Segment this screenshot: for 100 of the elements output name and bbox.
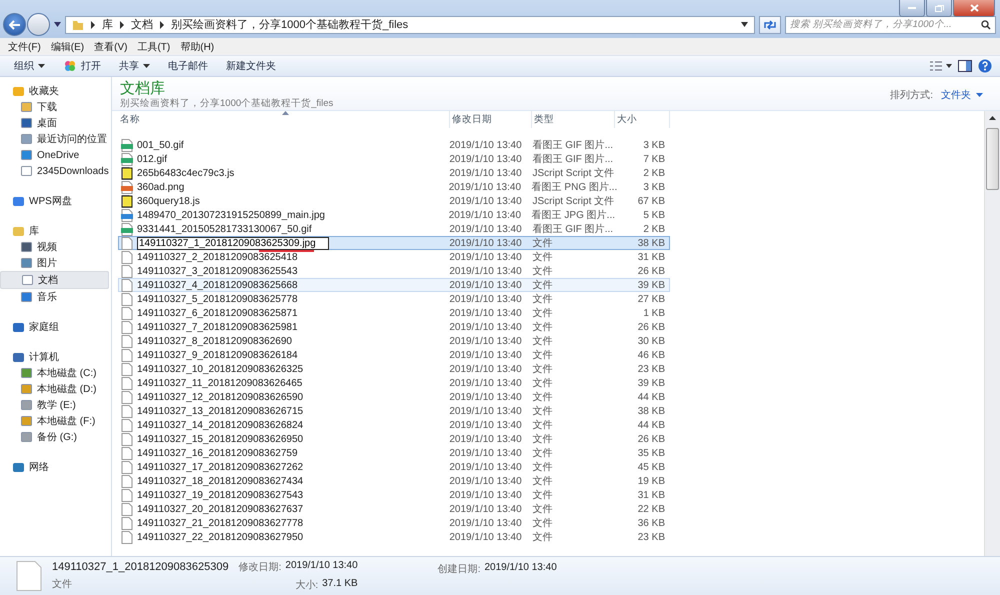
file-row[interactable]: 149110327_13_20181209083626715 2019/1/10 13:40 文件 38 KB bbox=[118, 404, 670, 418]
file-row[interactable]: 149110327_21_20181209083627778 2019/1/10 13:40 文件 36 KB bbox=[118, 516, 670, 530]
minimize-button[interactable] bbox=[899, 0, 925, 17]
sidebar-item[interactable]: 本地磁盘 (C:) bbox=[0, 365, 109, 381]
sidebar-item[interactable]: WPS网盘 bbox=[0, 193, 111, 209]
toolbar-button[interactable]: 新建文件夹 bbox=[220, 58, 282, 74]
sidebar-item[interactable]: 收藏夹 bbox=[0, 83, 111, 99]
file-row[interactable]: 149110327_8_2018120908362690 2019/1/10 13:40 文件 30 KB bbox=[118, 334, 670, 348]
sidebar-item[interactable]: 库 bbox=[0, 223, 111, 239]
file-row[interactable]: 149110327_2_20181209083625418 2019/1/10 13:40 文件 31 KB bbox=[118, 250, 670, 264]
menu-item[interactable]: 工具(T) bbox=[132, 40, 176, 54]
file-row[interactable]: 149110327_4_20181209083625668 2019/1/10 13:40 文件 39 KB bbox=[118, 278, 670, 292]
file-row[interactable]: 149110327_22_20181209083627950 2019/1/10 13:40 文件 23 KB bbox=[118, 530, 670, 544]
scroll-up-icon[interactable] bbox=[989, 116, 996, 120]
toolbar-button[interactable]: 组织 bbox=[8, 58, 51, 74]
menu-item[interactable]: 查看(V) bbox=[89, 40, 132, 54]
scroll-thumb[interactable] bbox=[986, 128, 999, 190]
file-row[interactable]: 149110327_12_20181209083626590 2019/1/10 13:40 文件 44 KB bbox=[118, 390, 670, 404]
file-row[interactable]: 149110327_17_20181209083627262 2019/1/10 13:40 文件 45 KB bbox=[118, 460, 670, 474]
size-cell-text: 30 KB bbox=[636, 336, 666, 346]
file-row[interactable]: 149110327_11_20181209083626465 2019/1/10 13:40 文件 39 KB bbox=[118, 376, 670, 390]
file-name: 149110327_8_2018120908362690 bbox=[137, 336, 292, 346]
scrollbar[interactable] bbox=[984, 111, 1000, 556]
sidebar-item[interactable]: 本地磁盘 (D:) bbox=[0, 381, 109, 397]
type-cell-text: 文件 bbox=[531, 446, 554, 460]
close-icon bbox=[970, 4, 978, 12]
sidebar-item[interactable]: 文档 bbox=[0, 271, 109, 289]
rename-field[interactable]: 149110327_1_20181209083625309.jpg bbox=[137, 236, 329, 250]
sidebar-item[interactable]: 最近访问的位置 bbox=[0, 131, 109, 147]
file-row[interactable]: 149110327_9_20181209083626184 2019/1/10 13:40 文件 46 KB bbox=[118, 348, 670, 362]
type-cell-text: 文件 bbox=[531, 306, 554, 320]
file-row[interactable]: 265b6483c4ec79c3.js 2019/1/10 13:40 JScript Script 文件 2 KB bbox=[118, 166, 670, 180]
caret-icon bbox=[976, 92, 983, 96]
sidebar-item[interactable]: OneDrive bbox=[0, 147, 109, 163]
file-row[interactable]: 149110327_20_20181209083627637 2019/1/10 13:40 文件 22 KB bbox=[118, 502, 670, 516]
search-field[interactable]: 搜索 别买绘画资料了，分享1000个... bbox=[785, 16, 996, 34]
file-row[interactable]: 360query18.js 2019/1/10 13:40 JScript Script 文件 67 KB bbox=[118, 194, 670, 208]
sidebar-item[interactable]: 音乐 bbox=[0, 289, 109, 305]
address-bar[interactable]: 库 文档 别买绘画资料了，分享1000个基础教程干货_files bbox=[65, 16, 755, 34]
menu-item[interactable]: 帮助(H) bbox=[175, 40, 220, 54]
toolbar-button[interactable]: 打开 bbox=[57, 58, 107, 74]
file-row[interactable]: 360ad.png 2019/1/10 13:40 看图王 PNG 图片... 3 KB bbox=[118, 180, 670, 194]
breadcrumb[interactable]: 文档 bbox=[131, 17, 153, 32]
column-header[interactable]: 大小 bbox=[615, 111, 670, 128]
menu-item[interactable]: 编辑(E) bbox=[46, 40, 90, 54]
file-row[interactable]: 149110327_15_20181209083626950 2019/1/10 13:40 文件 26 KB bbox=[118, 432, 670, 446]
file-name: 149110327_17_20181209083627262 bbox=[137, 462, 304, 472]
file-row[interactable]: 149110327_7_20181209083625981 2019/1/10 13:40 文件 26 KB bbox=[118, 320, 670, 334]
sidebar-item[interactable]: 备份 (G:) bbox=[0, 429, 109, 445]
file-row[interactable]: 149110327_16_2018120908362759 2019/1/10 13:40 文件 35 KB bbox=[118, 446, 670, 460]
close-button[interactable] bbox=[953, 0, 995, 17]
sidebar-item[interactable]: 教学 (E:) bbox=[0, 397, 109, 413]
file-row[interactable]: 012.gif 2019/1/10 13:40 看图王 GIF 图片... 7 KB bbox=[118, 152, 670, 166]
file-row[interactable]: 9331441_201505281733130067_50.gif 2019/1/10 13:40 看图王 GIF 图片... 2 KB bbox=[118, 222, 670, 236]
sidebar-item[interactable]: 本地磁盘 (F:) bbox=[0, 413, 109, 429]
type-cell-text: 文件 bbox=[531, 362, 554, 376]
back-button[interactable] bbox=[3, 13, 26, 36]
file-row[interactable]: 001_50.gif 2019/1/10 13:40 看图王 GIF 图片... 3 KB bbox=[118, 138, 670, 152]
sidebar-item[interactable]: 下载 bbox=[0, 99, 109, 115]
file-row[interactable]: 149110327_18_20181209083627434 2019/1/10 13:40 文件 19 KB bbox=[118, 474, 670, 488]
file-row[interactable]: 149110327_10_20181209083626325 2019/1/10 13:40 文件 23 KB bbox=[118, 362, 670, 376]
type-cell-text: 文件 bbox=[531, 432, 554, 446]
breadcrumb[interactable]: 库 bbox=[102, 17, 113, 32]
file-row[interactable]: 1489470_201307231915250899_main.jpg 2019/1/10 13:40 看图王 JPG 图片... 5 KB bbox=[118, 208, 670, 222]
view-options-icon[interactable] bbox=[930, 61, 952, 71]
size-cell-text: 1 KB bbox=[642, 308, 666, 318]
file-row[interactable]: 149110327_5_20181209083625778 2019/1/10 13:40 文件 27 KB bbox=[118, 292, 670, 306]
file-row[interactable]: 149110327_3_20181209083625543 2019/1/10 13:40 文件 26 KB bbox=[118, 264, 670, 278]
sidebar-item[interactable]: 视频 bbox=[0, 239, 109, 255]
file-row[interactable]: 149110327_6_20181209083625871 2019/1/10 13:40 文件 1 KB bbox=[118, 306, 670, 320]
preview-pane-icon[interactable] bbox=[958, 60, 972, 72]
restore-button[interactable] bbox=[926, 0, 952, 17]
type-cell-text: JScript Script 文件 bbox=[531, 166, 615, 180]
size-cell-text: 3 KB bbox=[642, 182, 666, 192]
sidebar-item[interactable]: 计算机 bbox=[0, 349, 111, 365]
arrange-dropdown[interactable]: 文件夹 bbox=[941, 88, 983, 102]
forward-button[interactable] bbox=[27, 13, 50, 36]
column-header[interactable]: 修改日期 bbox=[450, 111, 532, 128]
size-cell-text: 44 KB bbox=[636, 420, 666, 430]
column-header[interactable]: 类型 bbox=[532, 111, 615, 128]
toolbar-button[interactable]: 共享 bbox=[113, 58, 156, 74]
caret-icon[interactable] bbox=[741, 22, 748, 27]
toolbar-button[interactable]: 电子邮件 bbox=[162, 58, 214, 74]
detail-label: 大小: bbox=[295, 578, 318, 592]
size-cell-text: 31 KB bbox=[636, 252, 666, 262]
annotation-underline bbox=[259, 250, 314, 252]
refresh-button[interactable] bbox=[759, 16, 781, 34]
file-row[interactable]: 149110327_14_20181209083626824 2019/1/10 13:40 文件 44 KB bbox=[118, 418, 670, 432]
breadcrumb[interactable]: 别买绘画资料了，分享1000个基础教程干货_files bbox=[171, 17, 408, 32]
menu-item[interactable]: 文件(F) bbox=[3, 40, 46, 54]
file-row[interactable]: 149110327_1_20181209083625309.jpg 2019/1/10 13:40 文件 38 KB bbox=[118, 236, 670, 250]
sidebar-item[interactable]: 2345Downloads bbox=[0, 163, 109, 179]
sidebar-item[interactable]: 家庭组 bbox=[0, 319, 111, 335]
file-row[interactable]: 149110327_19_20181209083627543 2019/1/10 13:40 文件 31 KB bbox=[118, 488, 670, 502]
history-caret-icon[interactable] bbox=[54, 22, 61, 27]
help-icon[interactable] bbox=[978, 59, 992, 73]
file-name: 149110327_22_20181209083627950 bbox=[137, 532, 304, 542]
sidebar-item[interactable]: 桌面 bbox=[0, 115, 109, 131]
sidebar-item[interactable]: 网络 bbox=[0, 459, 111, 475]
sidebar-item[interactable]: 图片 bbox=[0, 255, 109, 271]
